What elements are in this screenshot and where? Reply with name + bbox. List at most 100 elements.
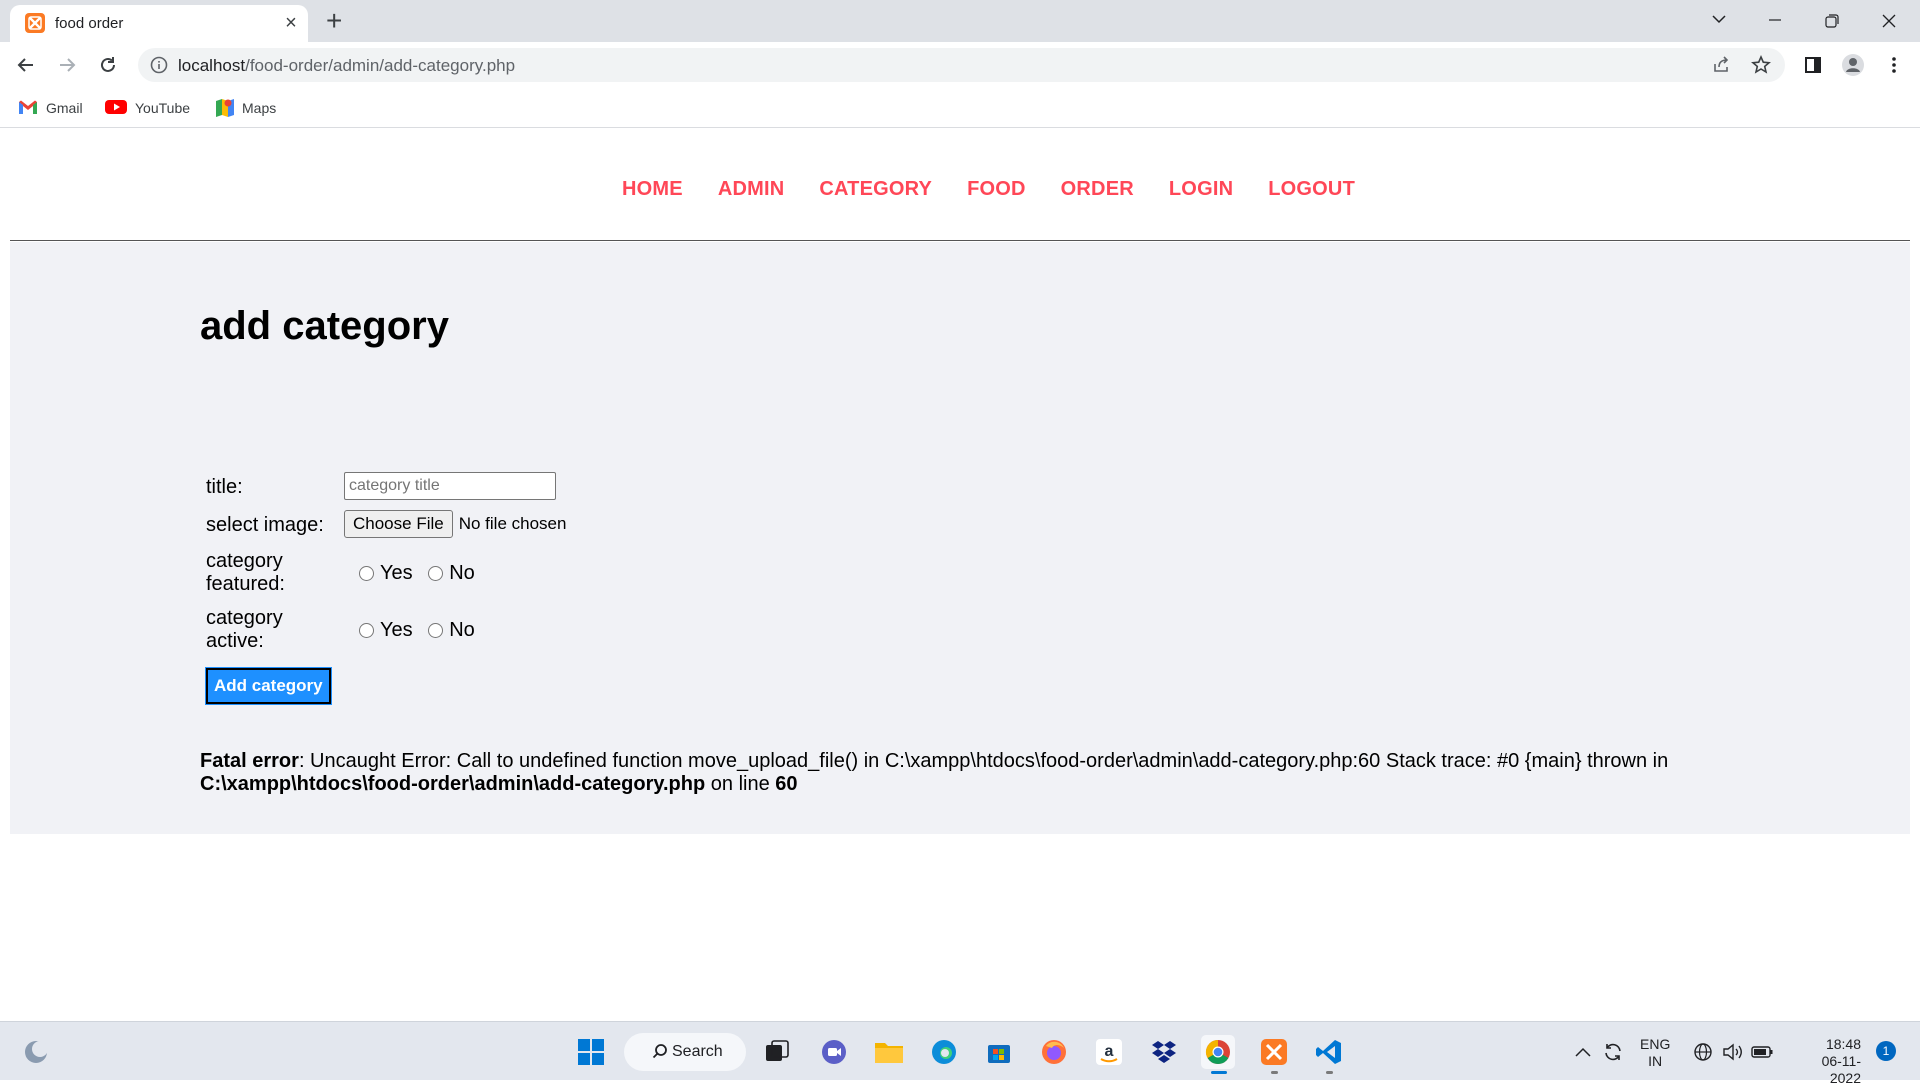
active-no-radio[interactable]: No: [428, 619, 475, 642]
active-label: category active:: [206, 607, 283, 653]
profile-avatar-icon[interactable]: [1839, 51, 1867, 79]
menu-link-admin[interactable]: ADMIN: [718, 178, 785, 201]
search-icon: [652, 1043, 668, 1064]
site-menu: HOME ADMIN CATEGORY FOOD ORDER LOGIN LOG…: [10, 128, 1910, 241]
php-fatal-error: Fatal error: Uncaught Error: Call to und…: [200, 750, 1700, 796]
radio-circle-icon[interactable]: [359, 623, 374, 638]
youtube-icon: [105, 99, 127, 118]
menu-link-order[interactable]: ORDER: [1061, 178, 1134, 201]
menu-link-food[interactable]: FOOD: [967, 178, 1026, 201]
category-title-input[interactable]: [344, 472, 556, 500]
bookmark-star-icon[interactable]: [1751, 55, 1771, 80]
language-indicator[interactable]: ENG IN: [1640, 1036, 1670, 1070]
gmail-icon: [18, 99, 38, 118]
browser-toolbar: localhost/food-order/admin/add-category.…: [0, 42, 1920, 88]
url-text: localhost/food-order/admin/add-category.…: [178, 56, 515, 76]
tab-close-icon[interactable]: ×: [280, 12, 302, 34]
taskbar: Search a ENG IN 18:48 06-11-2022 1: [0, 1021, 1920, 1086]
bookmark-label: YouTube: [135, 100, 191, 116]
tab-search-chevron-icon[interactable]: [1696, 4, 1742, 36]
url-host: localhost: [178, 56, 246, 75]
taskbar-search[interactable]: Search: [624, 1033, 746, 1071]
teams-chat-icon[interactable]: [817, 1035, 851, 1069]
featured-label-line-2: featured:: [206, 573, 285, 595]
main-content: add category title: select image: Choose…: [10, 242, 1910, 834]
page-title: add category: [200, 304, 449, 348]
task-view-icon[interactable]: [760, 1035, 794, 1069]
firefox-icon[interactable]: [1037, 1035, 1071, 1069]
dropbox-icon[interactable]: [1147, 1035, 1181, 1069]
choose-file-button[interactable]: Choose File: [344, 510, 453, 538]
share-icon[interactable]: [1711, 55, 1731, 80]
featured-no-radio[interactable]: No: [428, 562, 475, 585]
show-hidden-icons-chevron-icon[interactable]: [1566, 1035, 1600, 1069]
bookmark-label: Gmail: [46, 100, 83, 116]
active-label-line-2: active:: [206, 630, 264, 652]
notification-badge[interactable]: 1: [1876, 1041, 1896, 1061]
address-bar[interactable]: localhost/food-order/admin/add-category.…: [138, 48, 1785, 82]
language-line-2: IN: [1648, 1053, 1663, 1069]
running-indicator: [1271, 1071, 1278, 1074]
image-label: select image:: [206, 514, 324, 536]
clock-date: 06-11-2022: [1821, 1053, 1861, 1086]
amazon-icon[interactable]: a: [1092, 1035, 1126, 1069]
error-line-number: 60: [775, 773, 798, 795]
radio-circle-icon[interactable]: [359, 566, 374, 581]
tab-title: food order: [55, 15, 124, 32]
reload-icon[interactable]: [94, 51, 122, 79]
restore-icon[interactable]: [1809, 4, 1855, 36]
radio-circle-icon[interactable]: [428, 623, 444, 638]
browser-tab-strip: food order × +: [0, 0, 1920, 42]
site-info-icon[interactable]: [150, 56, 168, 79]
start-windows-icon[interactable]: [574, 1035, 608, 1069]
new-tab-icon[interactable]: +: [326, 6, 342, 36]
menu-link-category[interactable]: CATEGORY: [819, 178, 932, 201]
vscode-icon[interactable]: [1312, 1035, 1346, 1074]
network-globe-icon[interactable]: [1686, 1035, 1720, 1069]
clock[interactable]: 18:48 06-11-2022: [1791, 1036, 1861, 1087]
error-on-line: on line: [705, 773, 776, 795]
featured-yes-radio[interactable]: Yes: [359, 562, 413, 585]
menu-link-home[interactable]: HOME: [622, 178, 683, 201]
sync-icon[interactable]: [1596, 1035, 1630, 1069]
featured-label: category featured:: [206, 550, 285, 596]
active-label-line-1: category: [206, 607, 283, 629]
radio-label: No: [449, 619, 475, 641]
battery-icon[interactable]: [1745, 1035, 1779, 1069]
browser-menu-icon[interactable]: [1880, 51, 1908, 79]
minimize-icon[interactable]: [1752, 4, 1798, 36]
bookmark-gmail[interactable]: Gmail: [18, 97, 83, 119]
error-file: C:\xampp\htdocs\food-order\admin\add-cat…: [200, 773, 706, 795]
bookmark-youtube[interactable]: YouTube: [105, 97, 190, 119]
error-message: : Uncaught Error: Call to undefined func…: [298, 750, 1669, 772]
radio-label: No: [449, 562, 475, 584]
radio-label: Yes: [380, 562, 413, 584]
xampp-icon[interactable]: [1257, 1035, 1291, 1074]
side-panel-icon[interactable]: [1799, 51, 1827, 79]
chrome-icon[interactable]: [1201, 1035, 1235, 1074]
active-indicator: [1211, 1071, 1227, 1074]
menu-link-logout[interactable]: LOGOUT: [1268, 178, 1355, 201]
browser-tab[interactable]: food order ×: [10, 5, 308, 42]
radio-circle-icon[interactable]: [428, 566, 444, 581]
menu-list: HOME ADMIN CATEGORY FOOD ORDER LOGIN LOG…: [622, 178, 1390, 201]
taskbar-search-label: Search: [672, 1043, 723, 1060]
bookmark-maps[interactable]: Maps: [214, 97, 276, 119]
language-line-1: ENG: [1640, 1036, 1671, 1052]
add-category-button[interactable]: Add category: [205, 667, 332, 705]
forward-arrow-icon[interactable]: [53, 51, 81, 79]
back-arrow-icon[interactable]: [12, 51, 40, 79]
weather-widget-icon[interactable]: [19, 1035, 53, 1069]
clock-time: 18:48: [1825, 1036, 1861, 1052]
error-prefix: Fatal error: [200, 750, 299, 772]
menu-link-login[interactable]: LOGIN: [1169, 178, 1233, 201]
close-window-icon[interactable]: [1866, 4, 1912, 36]
title-label: title:: [206, 476, 243, 498]
no-file-chosen-text: No file chosen: [458, 514, 567, 533]
svg-text:a: a: [1105, 1043, 1114, 1060]
microsoft-store-icon[interactable]: [982, 1035, 1016, 1069]
file-explorer-icon[interactable]: [872, 1035, 906, 1069]
edge-browser-icon[interactable]: [927, 1035, 961, 1069]
active-yes-radio[interactable]: Yes: [359, 619, 413, 642]
running-indicator: [1326, 1071, 1333, 1074]
